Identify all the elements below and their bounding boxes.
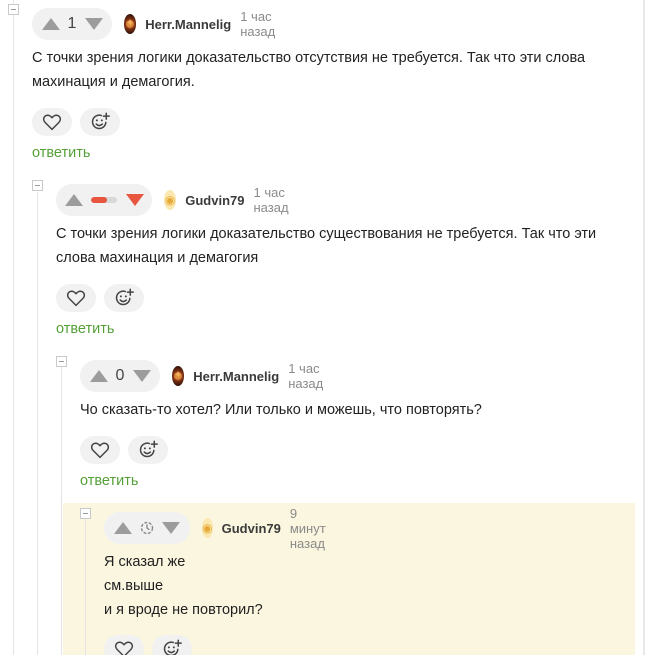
username[interactable]: Herr.Mannelig <box>193 369 279 384</box>
comment-text: С точки зрения логики доказательство сущ… <box>56 226 597 266</box>
arrow-down-icon <box>125 194 144 206</box>
username[interactable]: Gudvin79 <box>185 193 244 208</box>
downvote-button[interactable] <box>125 191 144 209</box>
thread-line <box>13 0 14 655</box>
rating-ratio-bar <box>91 197 117 203</box>
comment-text: С точки зрения логики доказательство отс… <box>32 50 586 90</box>
downvote-button[interactable] <box>160 519 182 537</box>
heart-icon <box>114 641 134 655</box>
react-button[interactable] <box>80 108 120 136</box>
thread-line <box>37 192 38 655</box>
avatar-emblem-icon: ✦ <box>173 370 183 381</box>
arrow-down-icon <box>132 370 151 382</box>
downvote-button[interactable] <box>83 15 104 33</box>
rating-value: 0 <box>115 367 125 384</box>
upvote-button[interactable] <box>40 15 61 33</box>
rating-value: 1 <box>67 15 77 32</box>
smile-plus-icon <box>139 440 158 458</box>
comment-actions <box>56 284 152 312</box>
avatar-emblem-icon: ◉ <box>202 521 213 535</box>
reply-link[interactable]: ответить <box>56 321 114 337</box>
rating-pending <box>140 521 154 535</box>
comment-actions <box>80 436 176 464</box>
heart-icon <box>90 442 110 459</box>
timestamp[interactable]: 1 час назад <box>253 185 296 215</box>
timestamp[interactable]: 1 час назад <box>240 9 283 39</box>
upvote-button[interactable] <box>112 519 134 537</box>
comment-header: 1 ✦ Herr.Mannelig 1 час назад <box>32 8 283 40</box>
heart-icon <box>66 290 86 307</box>
comment-header: ◉ Gudvin79 1 час назад <box>56 184 296 216</box>
collapse-icon[interactable] <box>8 4 19 15</box>
timestamp[interactable]: 1 час назад <box>288 361 331 391</box>
smile-plus-icon <box>163 639 182 655</box>
timestamp[interactable]: 9 минут назад <box>290 506 335 551</box>
arrow-up-icon <box>41 18 60 30</box>
avatar-emblem-icon: ◉ <box>164 193 176 207</box>
collapse-icon[interactable] <box>80 508 91 519</box>
reply-link[interactable]: ответить <box>32 145 90 161</box>
avatar[interactable]: ✦ <box>124 14 137 34</box>
rating-widget <box>104 512 190 544</box>
collapse-icon[interactable] <box>32 180 43 191</box>
reply-link[interactable]: ответить <box>80 473 138 489</box>
rating-widget <box>56 184 152 216</box>
smile-plus-icon <box>115 288 134 306</box>
arrow-up-icon <box>89 370 108 382</box>
like-button[interactable] <box>80 436 120 464</box>
react-button[interactable] <box>104 284 144 312</box>
username[interactable]: Gudvin79 <box>222 521 281 536</box>
upvote-button[interactable] <box>88 367 109 385</box>
arrow-up-icon <box>114 522 132 534</box>
comment-text: Я сказал же см.выше и я вроде не повтори… <box>104 554 263 618</box>
react-button[interactable] <box>128 436 168 464</box>
heart-icon <box>42 114 62 131</box>
comment-header: 0 ✦ Herr.Mannelig 1 час назад <box>80 360 331 392</box>
thread-line <box>61 367 62 655</box>
avatar-emblem-icon: ✦ <box>125 18 135 29</box>
arrow-down-icon <box>162 522 180 534</box>
comment-actions <box>32 108 128 136</box>
react-button[interactable] <box>152 635 192 655</box>
smile-plus-icon <box>91 112 110 130</box>
like-button[interactable] <box>32 108 72 136</box>
collapse-icon[interactable] <box>56 356 67 367</box>
downvote-button[interactable] <box>131 367 152 385</box>
avatar[interactable]: ◉ <box>202 518 213 538</box>
arrow-down-icon <box>84 18 103 30</box>
rating-widget: 0 <box>80 360 160 392</box>
arrow-up-icon <box>64 194 83 206</box>
rating-ratio-fill <box>91 197 107 203</box>
avatar[interactable]: ◉ <box>164 190 177 210</box>
comment-header: ◉ Gudvin79 9 минут назад <box>104 506 335 551</box>
like-button[interactable] <box>56 284 96 312</box>
avatar[interactable]: ✦ <box>172 366 185 386</box>
rating-widget: 1 <box>32 8 112 40</box>
comment-actions <box>104 635 200 655</box>
comment-text: Чо сказать-то хотел? Или только и можешь… <box>80 402 482 418</box>
clock-icon <box>140 521 154 535</box>
upvote-button[interactable] <box>64 191 83 209</box>
username[interactable]: Herr.Mannelig <box>145 17 231 32</box>
thread-line <box>85 519 86 655</box>
like-button[interactable] <box>104 635 144 655</box>
